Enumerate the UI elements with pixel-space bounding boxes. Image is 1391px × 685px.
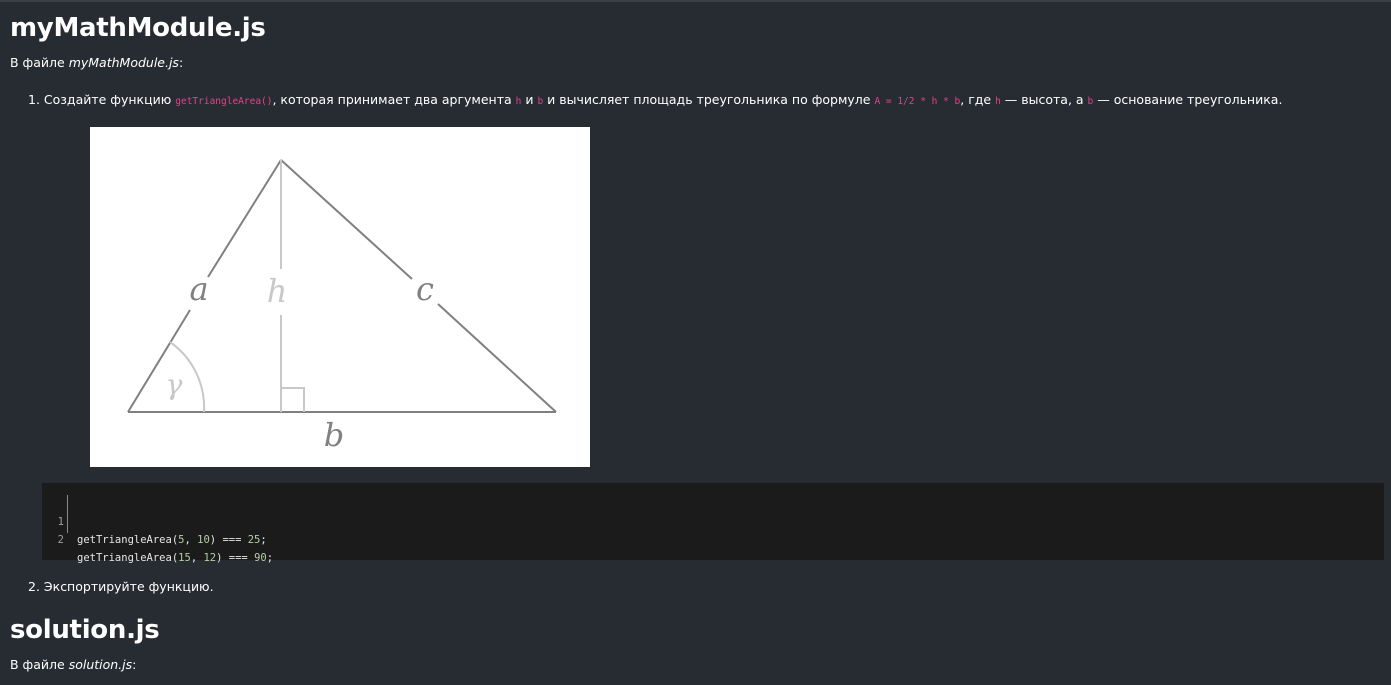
side-a-upper (207, 159, 282, 278)
label-h: h (267, 272, 288, 310)
side-c-lower (437, 303, 557, 413)
triangle-diagram: a h c b γ (90, 127, 590, 467)
side-c-upper (280, 159, 413, 280)
section-intro-solution: В файле solution.js: (10, 657, 137, 672)
list-item-2: 2. Экспортируйте функцию. (28, 579, 214, 594)
inline-code-formula: A = 1/2 * h * b (874, 96, 961, 107)
top-border (0, 0, 1391, 2)
file-name: solution.js (68, 657, 133, 672)
code-block: 1 getTriangleArea(5, 10) === 25; 2 getTr… (42, 483, 1384, 564)
code-line: 2 getTriangleArea(15, 12) === 90; (42, 513, 273, 564)
label-gamma: γ (166, 368, 183, 401)
label-a: a (189, 270, 208, 308)
line-number: 2 (57, 534, 64, 546)
list-item-1: 1. Создайте функцию getTriangleArea(), к… (28, 92, 1283, 107)
section-intro-mymathmodule: В файле myMathModule.js: (10, 55, 184, 70)
right-angle-mark (281, 387, 305, 412)
section-title-solution: solution.js (10, 615, 160, 645)
code-text: getTriangleArea(15, 12) === 90; (77, 552, 274, 564)
code-line: 1 getTriangleArea(5, 10) === 25; (42, 495, 267, 546)
label-c: c (416, 270, 434, 308)
code-text: getTriangleArea(5, 10) === 25; (77, 534, 267, 546)
inline-code-function: getTriangleArea() (175, 96, 273, 107)
label-b: b (324, 416, 344, 454)
section-title-mymathmodule: myMathModule.js (10, 13, 266, 43)
file-name: myMathModule.js (68, 55, 179, 70)
triangle-svg: a h c b γ (127, 159, 557, 454)
